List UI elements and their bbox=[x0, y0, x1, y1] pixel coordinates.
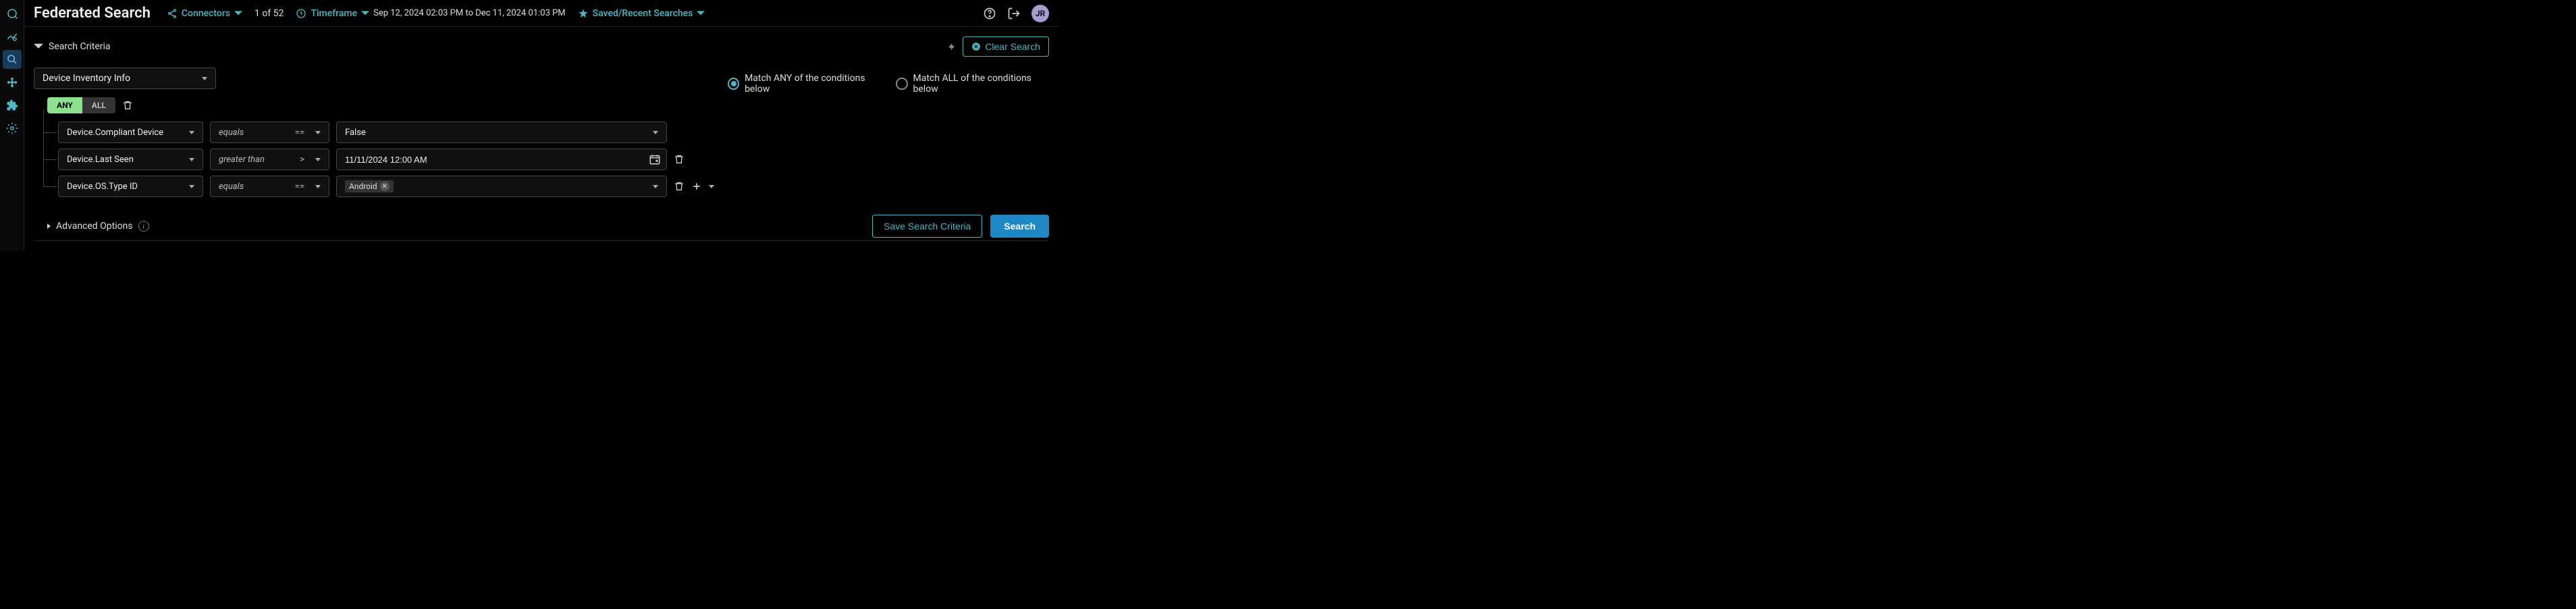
connectors-label: Connectors bbox=[182, 8, 230, 19]
page-title: Federated Search bbox=[34, 5, 151, 22]
condition-row: Device.OS.Type ID equals == Android bbox=[58, 176, 714, 197]
delete-condition-icon[interactable] bbox=[674, 154, 685, 165]
operator-symbol: > bbox=[300, 155, 304, 165]
sidebar-search-icon[interactable] bbox=[3, 50, 22, 69]
condition-value-date[interactable] bbox=[336, 149, 667, 170]
clock-icon bbox=[296, 8, 306, 19]
logout-icon[interactable] bbox=[1007, 7, 1021, 20]
match-any-radio[interactable]: Match ANY of the conditions below bbox=[728, 73, 882, 95]
chevron-right-icon bbox=[47, 223, 51, 229]
sparkle-icon[interactable]: ✦ bbox=[947, 41, 956, 53]
clear-search-button[interactable]: Clear Search bbox=[963, 36, 1049, 57]
condition-field-dropdown[interactable]: Device.Compliant Device bbox=[58, 122, 203, 143]
value-chip: Android ✕ bbox=[345, 180, 394, 192]
data-source-dropdown[interactable]: Device Inventory Info bbox=[34, 68, 216, 89]
condition-field-dropdown[interactable]: Device.OS.Type ID bbox=[58, 176, 203, 197]
sidebar-analytics-icon[interactable] bbox=[3, 27, 22, 46]
timeframe-range: Sep 12, 2024 02:03 PM to Dec 11, 2024 01… bbox=[373, 8, 566, 18]
chevron-down-icon bbox=[234, 9, 242, 18]
add-condition-icon[interactable] bbox=[691, 181, 702, 192]
help-icon[interactable] bbox=[983, 7, 996, 20]
condition-value-dropdown[interactable]: False bbox=[336, 122, 667, 143]
data-source-value: Device Inventory Info bbox=[43, 73, 130, 84]
operator-label: equals bbox=[219, 128, 244, 138]
caret-icon bbox=[653, 185, 658, 188]
radio-icon bbox=[896, 78, 907, 90]
chip-label: Android bbox=[349, 182, 377, 191]
match-any-label: Match ANY of the conditions below bbox=[745, 73, 882, 95]
operator-label: greater than bbox=[219, 155, 265, 165]
chip-remove-icon[interactable]: ✕ bbox=[380, 182, 390, 191]
chevron-down-icon bbox=[34, 42, 43, 51]
radio-icon bbox=[728, 78, 739, 90]
criteria-collapse-toggle[interactable]: Search Criteria bbox=[34, 41, 111, 52]
condition-row: Device.Last Seen greater than > bbox=[58, 149, 714, 170]
condition-field-value: Device.Last Seen bbox=[67, 155, 134, 165]
search-button[interactable]: Search bbox=[990, 215, 1049, 238]
delete-group-icon[interactable] bbox=[122, 100, 133, 111]
sidebar-network-icon[interactable] bbox=[3, 73, 22, 92]
star-icon bbox=[578, 8, 589, 19]
match-all-label: Match ALL of the conditions below bbox=[913, 73, 1049, 95]
saved-searches-label: Saved/Recent Searches bbox=[593, 8, 693, 19]
share-icon bbox=[167, 8, 178, 19]
condition-operator-dropdown[interactable]: equals == bbox=[210, 176, 329, 197]
caret-icon bbox=[653, 131, 658, 134]
condition-value-chip-dropdown[interactable]: Android ✕ bbox=[336, 176, 667, 197]
info-icon[interactable]: i bbox=[138, 221, 149, 232]
sidebar-plugin-icon[interactable] bbox=[3, 96, 22, 115]
condition-field-value: Device.Compliant Device bbox=[67, 128, 163, 138]
all-pill[interactable]: ALL bbox=[82, 97, 115, 113]
operator-symbol: == bbox=[295, 182, 304, 192]
avatar[interactable]: JR bbox=[1031, 5, 1049, 22]
caret-icon bbox=[315, 158, 321, 161]
connectors-count: 1 of 52 bbox=[254, 8, 284, 19]
topbar: Federated Search Connectors 1 of 52 Time… bbox=[24, 0, 1058, 27]
caret-icon bbox=[315, 185, 321, 188]
sidebar bbox=[0, 0, 24, 250]
condition-field-value: Device.OS.Type ID bbox=[67, 182, 138, 192]
timeframe-label: Timeframe bbox=[311, 8, 357, 19]
advanced-options-toggle[interactable]: Advanced Options i bbox=[47, 221, 149, 232]
condition-field-dropdown[interactable]: Device.Last Seen bbox=[58, 149, 203, 170]
delete-condition-icon[interactable] bbox=[674, 181, 685, 192]
chevron-down-icon bbox=[361, 9, 369, 18]
calendar-icon[interactable] bbox=[649, 153, 661, 165]
chevron-down-icon bbox=[697, 9, 705, 18]
criteria-section-label: Search Criteria bbox=[49, 41, 111, 52]
any-pill[interactable]: ANY bbox=[47, 97, 82, 113]
caret-icon bbox=[315, 131, 321, 134]
operator-symbol: == bbox=[295, 128, 304, 138]
match-mode-group: Match ANY of the conditions below Match … bbox=[728, 68, 1049, 95]
main: Federated Search Connectors 1 of 52 Time… bbox=[24, 0, 1058, 250]
caret-icon bbox=[189, 158, 194, 161]
match-all-radio[interactable]: Match ALL of the conditions below bbox=[896, 73, 1049, 95]
condition-value: False bbox=[345, 128, 366, 138]
condition-row: Device.Compliant Device equals == False bbox=[58, 122, 714, 143]
caret-icon bbox=[189, 185, 194, 188]
timeframe-dropdown[interactable]: Timeframe Sep 12, 2024 02:03 PM to Dec 1… bbox=[296, 8, 565, 19]
saved-searches-dropdown[interactable]: Saved/Recent Searches bbox=[578, 8, 705, 19]
caret-icon bbox=[202, 77, 207, 80]
condition-operator-dropdown[interactable]: greater than > bbox=[210, 149, 329, 170]
topbar-right: JR bbox=[983, 5, 1049, 22]
connectors-dropdown[interactable]: Connectors bbox=[167, 8, 242, 19]
clear-search-label: Clear Search bbox=[985, 41, 1040, 52]
caret-icon bbox=[189, 131, 194, 134]
advanced-options-label: Advanced Options bbox=[56, 221, 133, 232]
any-all-toggle[interactable]: ANY ALL bbox=[47, 97, 115, 113]
criteria-header: Search Criteria ✦ Clear Search bbox=[34, 36, 1049, 57]
clear-icon bbox=[971, 42, 981, 51]
save-search-criteria-button[interactable]: Save Search Criteria bbox=[872, 215, 982, 238]
sidebar-logo-icon[interactable] bbox=[3, 4, 22, 23]
sidebar-settings-icon[interactable] bbox=[3, 119, 22, 138]
condition-operator-dropdown[interactable]: equals == bbox=[210, 122, 329, 143]
condition-date-input[interactable] bbox=[345, 155, 643, 165]
add-dropdown-caret-icon[interactable] bbox=[709, 185, 714, 188]
operator-label: equals bbox=[219, 182, 244, 192]
content: Search Criteria ✦ Clear Search Device In… bbox=[24, 27, 1058, 250]
